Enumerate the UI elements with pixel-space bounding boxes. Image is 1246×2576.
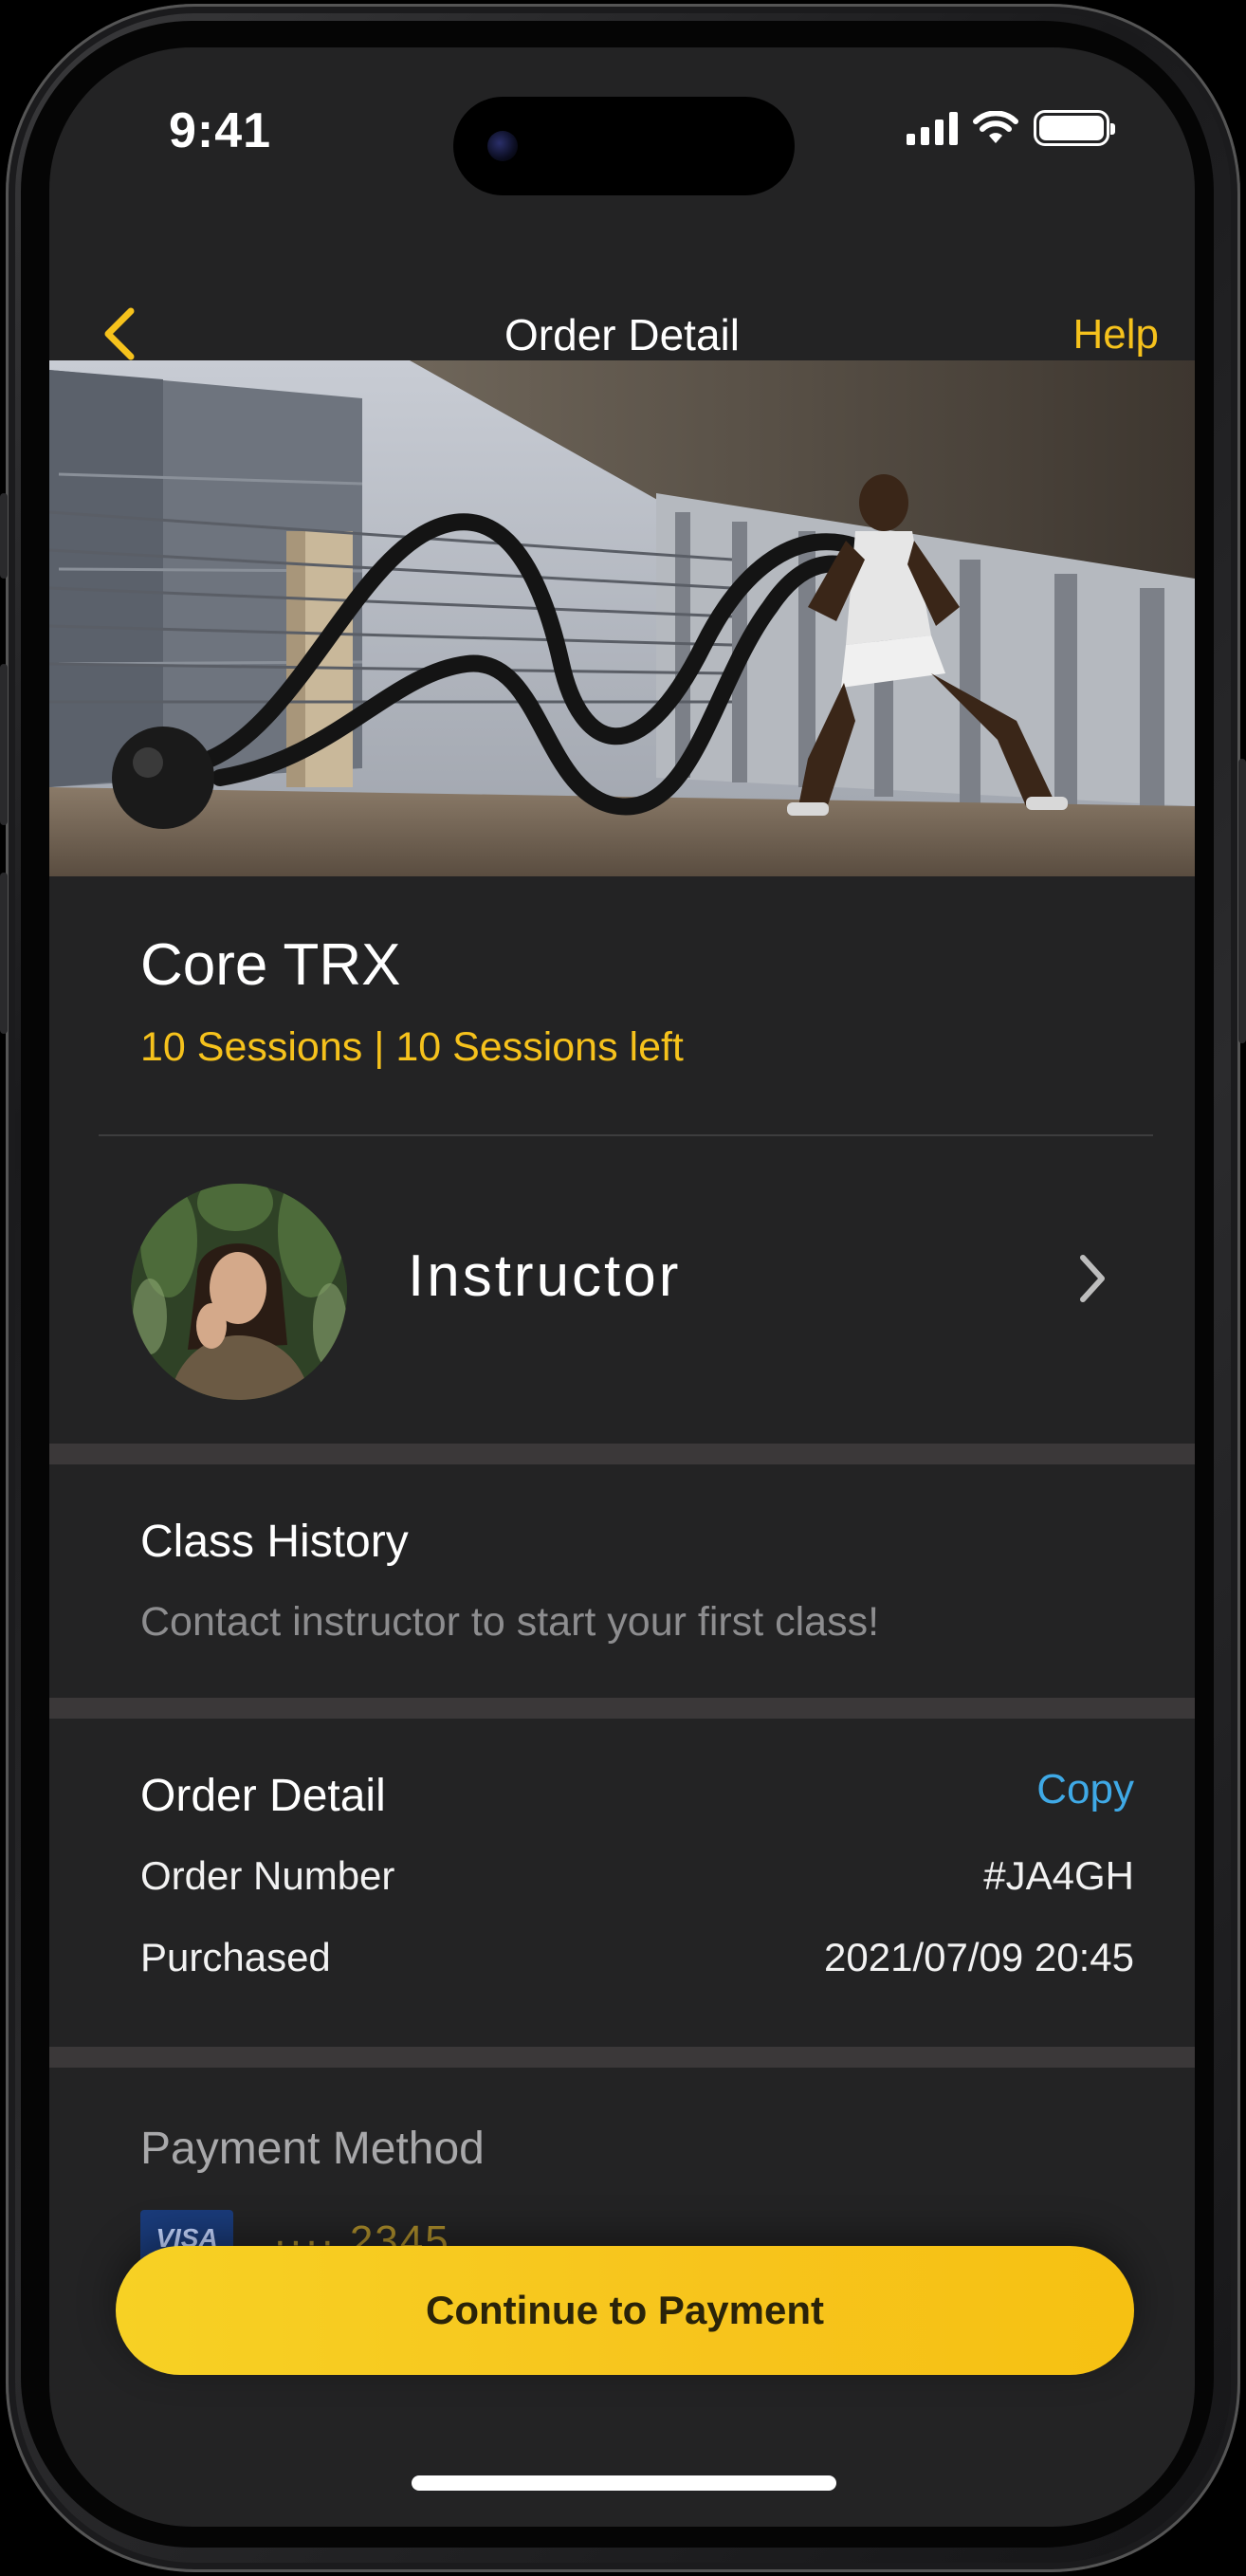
section-separator xyxy=(49,2047,1195,2068)
phone-volume-down xyxy=(0,873,8,1034)
battery-icon xyxy=(1034,110,1115,146)
help-link[interactable]: Help xyxy=(1073,311,1160,359)
dynamic-island xyxy=(453,97,795,195)
order-number-label: Order Number xyxy=(140,1853,395,1898)
front-camera-icon xyxy=(487,131,518,161)
copy-button[interactable]: Copy xyxy=(1036,1766,1134,1813)
instructor-row[interactable]: Instructor xyxy=(49,1138,1195,1444)
section-separator xyxy=(49,1698,1195,1719)
instructor-label: Instructor xyxy=(408,1243,682,1309)
purchased-row: Purchased 2021/07/09 20:45 xyxy=(140,1935,1134,1980)
battle-ropes-photo xyxy=(49,360,1195,876)
class-history-message: Contact instructor to start your first c… xyxy=(140,1599,880,1645)
order-number-value: #JA4GH xyxy=(983,1853,1134,1898)
home-indicator xyxy=(412,2475,836,2491)
phone-power-button xyxy=(1238,759,1246,1043)
status-time: 9:41 xyxy=(169,103,272,158)
phone-mute-switch xyxy=(0,493,8,579)
cellular-signal-icon xyxy=(907,111,958,145)
instructor-avatar xyxy=(131,1184,347,1400)
page-title: Order Detail xyxy=(504,310,740,359)
status-icons xyxy=(907,110,1115,146)
wifi-icon xyxy=(973,111,1018,143)
purchased-value: 2021/07/09 20:45 xyxy=(824,1935,1134,1979)
section-separator xyxy=(49,1444,1195,1464)
class-title: Core TRX xyxy=(140,932,401,998)
hero-image xyxy=(49,360,1195,876)
phone-volume-up xyxy=(0,664,8,825)
app-screen: 9:41 Order Detail Help Core TRX 10 Sessi… xyxy=(49,47,1195,2527)
chevron-right-icon xyxy=(1064,1241,1121,1316)
class-history-title: Class History xyxy=(140,1517,409,1567)
order-detail-title: Order Detail xyxy=(140,1771,386,1821)
payment-method-title: Payment Method xyxy=(140,2124,485,2174)
sessions-summary: 10 Sessions | 10 Sessions left xyxy=(140,1024,684,1070)
order-number-row: Order Number #JA4GH xyxy=(140,1853,1134,1899)
continue-to-payment-button[interactable]: Continue to Payment xyxy=(116,2246,1134,2375)
purchased-label: Purchased xyxy=(140,1935,331,1979)
divider xyxy=(99,1134,1153,1136)
